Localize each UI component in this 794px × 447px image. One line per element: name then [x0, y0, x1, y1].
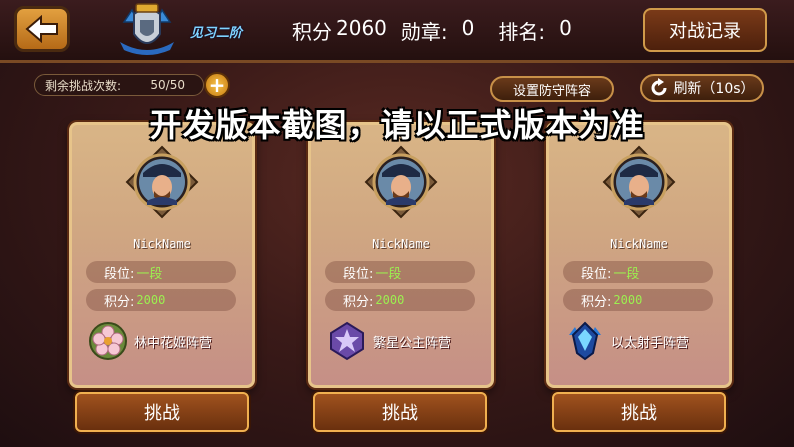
- opponent-nickname: NickName: [372, 237, 430, 251]
- opponent-avatar: [364, 145, 438, 219]
- add-challenges-button[interactable]: +: [204, 72, 230, 98]
- camp-name: 以太射手阵营: [611, 335, 690, 351]
- medal-value: 0: [461, 16, 475, 40]
- back-button[interactable]: [14, 6, 70, 52]
- rank-value: 一段: [136, 266, 163, 282]
- star-crest-icon: [330, 321, 364, 361]
- opponent-nickname: NickName: [610, 237, 668, 251]
- refresh-button[interactable]: 刷新（10s）: [640, 74, 764, 102]
- arrow-left-icon: [25, 15, 58, 43]
- ranking-label: 排名:: [498, 20, 546, 44]
- ranking-value: 0: [559, 16, 572, 40]
- score-value: 2060: [336, 16, 387, 40]
- opponent-rank-row: 段位: 一段: [86, 261, 236, 283]
- score-value: 2000: [136, 293, 166, 307]
- challenge-button[interactable]: 挑战: [552, 392, 726, 432]
- dev-version-notice: 开发版本截图，请以正式版本为准: [149, 106, 645, 144]
- opponent-score-row: 积分: 2000: [325, 289, 475, 311]
- score-label: 积分:: [343, 294, 374, 310]
- opponent-avatar: [125, 145, 199, 219]
- rank-label: 段位:: [343, 266, 374, 282]
- rank-value: 一段: [613, 266, 640, 282]
- medal-label: 勋章:: [400, 20, 448, 44]
- opponent-card: NickName 段位: 一段 积分: 2000 以太射手阵营: [546, 122, 732, 388]
- battle-record-button[interactable]: 对战记录: [643, 8, 767, 52]
- flower-icon: [89, 322, 127, 360]
- challenge-button[interactable]: 挑战: [75, 392, 249, 432]
- rank-label: 段位:: [104, 266, 135, 282]
- remaining-challenges: 剩余挑战次数: 50/50: [34, 74, 204, 96]
- opponent-rank-row: 段位: 一段: [563, 261, 713, 283]
- crystal-crest-icon: [569, 321, 601, 361]
- opponent-avatar: [602, 145, 676, 219]
- opponent-rank-row: 段位: 一段: [325, 261, 475, 283]
- rank-label: 段位:: [581, 266, 612, 282]
- rank-emblem-icon: [120, 3, 174, 55]
- refresh-button-label: 刷新（10s）: [673, 81, 755, 97]
- refresh-icon: [651, 78, 667, 96]
- set-defense-button[interactable]: 设置防守阵容: [490, 76, 614, 102]
- score-value: 2000: [375, 293, 405, 307]
- rank-name: 见习二阶: [190, 26, 243, 41]
- score-value: 2000: [613, 293, 643, 307]
- opponent-camp: 林中花姬阵营: [88, 321, 248, 361]
- score-label: 积分:: [581, 294, 612, 310]
- score-label: 积分: [292, 20, 332, 44]
- opponent-nickname: NickName: [133, 237, 191, 251]
- opponent-score-row: 积分: 2000: [86, 289, 236, 311]
- challenge-button[interactable]: 挑战: [313, 392, 487, 432]
- opponent-camp: 以太射手阵营: [565, 321, 725, 361]
- rank-value: 一段: [375, 266, 402, 282]
- camp-name: 林中花姬阵营: [134, 335, 213, 351]
- remaining-challenges-value: 50/50: [150, 78, 185, 92]
- opponent-card: NickName 段位: 一段 积分: 2000 繁星公主阵营: [308, 122, 494, 388]
- remaining-challenges-label: 剩余挑战次数:: [45, 78, 122, 93]
- player-stats: 积分 2060 勋章: 0 排名: 0: [292, 16, 572, 45]
- score-label: 积分:: [104, 294, 135, 310]
- opponent-camp: 繁星公主阵营: [327, 321, 487, 361]
- opponent-card: NickName 段位: 一段 积分: 2000 林中花姬阵营: [69, 122, 255, 388]
- camp-name: 繁星公主阵营: [373, 335, 452, 351]
- opponent-score-row: 积分: 2000: [563, 289, 713, 311]
